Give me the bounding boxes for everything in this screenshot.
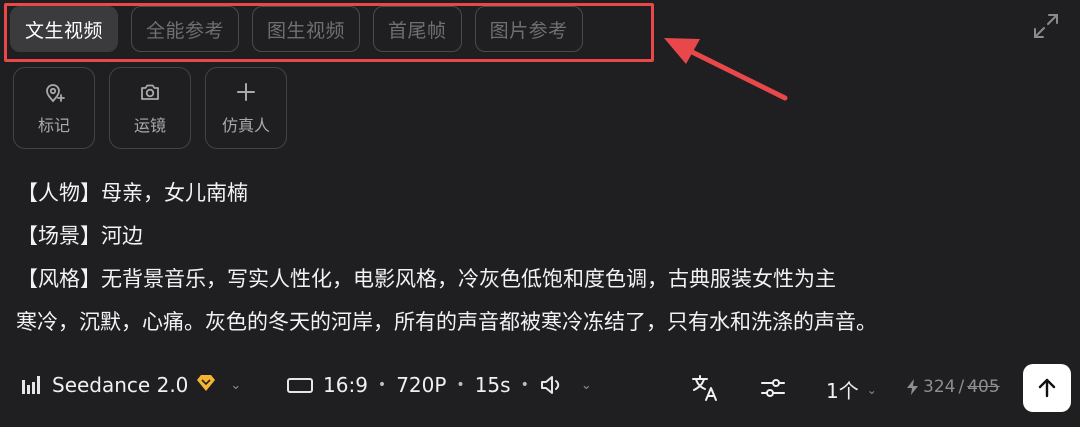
pin-sparkle-icon xyxy=(46,84,65,103)
separator-dot: • xyxy=(377,377,387,393)
prompt-line: 【风格】无背景音乐，写实人性化，电影风格，冷灰色低饱和度色调，古典服装女性为主 xyxy=(17,267,836,291)
chevron-down-icon: ⌄ xyxy=(580,377,592,393)
tab-omni-reference[interactable]: 全能参考 xyxy=(131,6,240,52)
mark-tool-button[interactable]: 标记 xyxy=(13,67,95,149)
prompt-textarea[interactable]: 【人物】母亲，女儿南楠 【场景】河边 【风格】无背景音乐，写实人性化，电影风格，… xyxy=(16,172,1017,344)
sliders-icon xyxy=(761,379,785,397)
vip-diamond-icon xyxy=(196,374,216,397)
translate-button[interactable] xyxy=(688,371,722,405)
separator-dot: • xyxy=(456,377,465,393)
camera-move-tool-button[interactable]: 运镜 xyxy=(109,67,191,149)
arrow-up-icon xyxy=(1038,378,1056,398)
prompt-line: 寒冷，沉默，心痛。灰色的冬天的河岸，所有的声音都被寒冷冻结了，只有水和洗涤的声音… xyxy=(16,310,877,334)
tab-first-last-frame[interactable]: 首尾帧 xyxy=(373,6,462,52)
send-button[interactable] xyxy=(1023,364,1071,412)
resolution-value: 720P xyxy=(396,373,447,397)
credits-display: 324 / 405 xyxy=(906,377,1000,397)
translate-icon xyxy=(692,375,717,401)
mark-tool-label: 标记 xyxy=(37,116,70,135)
tab-image-reference[interactable]: 图片参考 xyxy=(474,6,583,52)
annotation-arrow-icon xyxy=(664,38,788,101)
count-value: 1个 xyxy=(826,379,859,403)
settings-button[interactable] xyxy=(756,371,790,405)
bars-icon xyxy=(22,376,40,394)
count-selector[interactable]: 1个 ⌄ xyxy=(826,375,877,404)
expand-icon[interactable] xyxy=(1032,12,1060,40)
separator-dot: • xyxy=(520,377,529,393)
model-selector[interactable]: Seedance 2.0 ⌄ xyxy=(22,373,241,397)
plus-icon xyxy=(237,83,255,101)
lightning-icon xyxy=(907,379,918,395)
video-params-selector[interactable]: 16:9 • 720P • 15s • ⌄ xyxy=(287,373,592,397)
camera-icon xyxy=(141,84,159,100)
speaker-icon xyxy=(540,376,560,394)
prompt-line: 【场景】河边 xyxy=(17,224,143,248)
chevron-down-icon: ⌄ xyxy=(230,377,242,393)
tool-row: 标记 运镜 仿真人 xyxy=(13,67,287,149)
camera-move-tool-label: 运镜 xyxy=(133,116,166,135)
tab-text-to-video[interactable]: 文生视频 xyxy=(10,6,119,52)
realistic-human-tool-button[interactable]: 仿真人 xyxy=(205,67,287,149)
duration-value: 15s xyxy=(474,373,511,397)
chevron-down-icon: ⌄ xyxy=(866,382,877,397)
mode-tabs: 文生视频 全能参考 图生视频 首尾帧 图片参考 xyxy=(10,6,583,52)
right-tools xyxy=(688,371,790,405)
credits-current: 324 xyxy=(923,377,956,397)
aspect-ratio-value: 16:9 xyxy=(323,373,368,397)
bottom-toolbar: Seedance 2.0 ⌄ 16:9 • 720P • 15s • ⌄ 1个 … xyxy=(0,362,1080,416)
credits-original: 405 xyxy=(967,377,1000,397)
credits-separator: / xyxy=(958,377,965,397)
model-name: Seedance 2.0 xyxy=(52,373,189,397)
tab-image-to-video[interactable]: 图生视频 xyxy=(252,6,361,52)
realistic-human-tool-label: 仿真人 xyxy=(221,116,270,135)
aspect-ratio-icon xyxy=(287,377,313,393)
prompt-line: 【人物】母亲，女儿南楠 xyxy=(17,181,248,205)
